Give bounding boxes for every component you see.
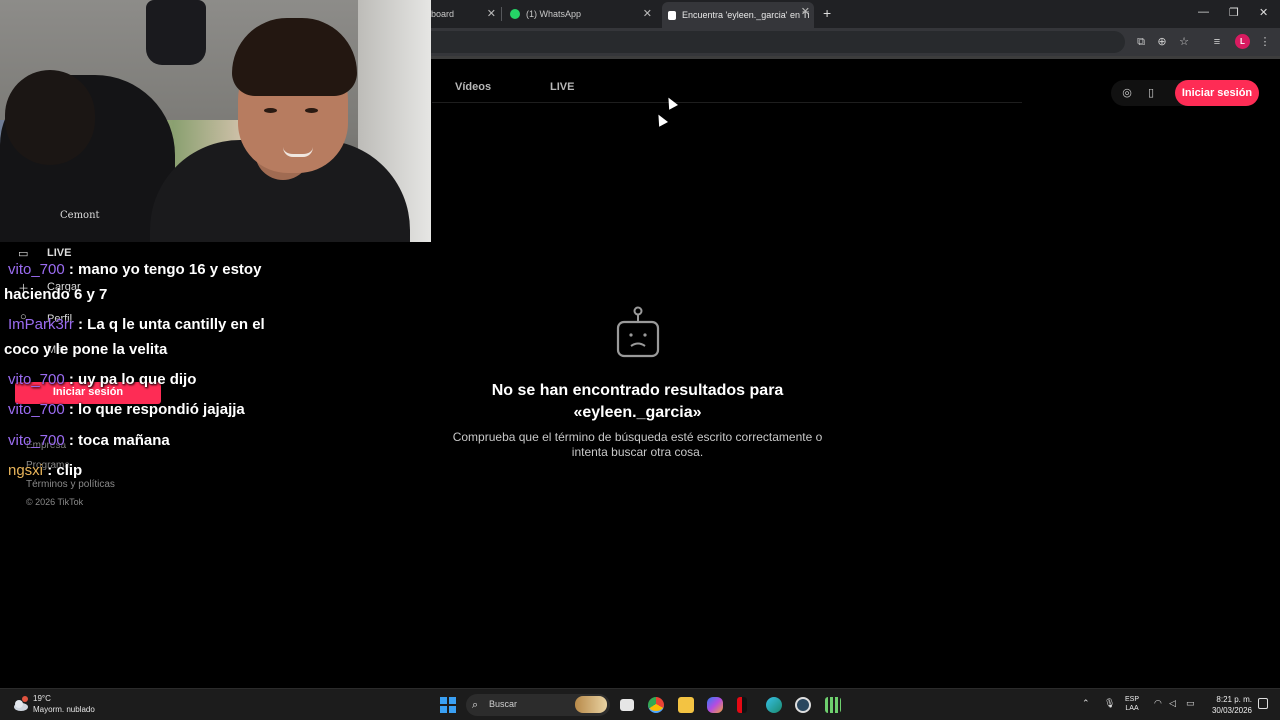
chat-username: vito_700 <box>8 432 65 449</box>
tab-live[interactable]: LIVE <box>550 81 574 93</box>
close-tab-icon[interactable]: ✕ <box>643 7 652 20</box>
chat-message: vito_700 : mano yo tengo 16 y estoy haci… <box>4 257 294 307</box>
header-actions: ◎ ▯ Iniciar sesión <box>1111 80 1259 106</box>
zoom-icon[interactable]: ⊕ <box>1155 35 1169 49</box>
chat-text: : toca mañana <box>64 432 170 449</box>
wifi-icon[interactable]: ◠ <box>1154 698 1162 709</box>
minimize-icon[interactable]: — <box>1198 6 1209 18</box>
chat-text: : uy pa lo que dijo <box>64 371 197 388</box>
copilot-icon[interactable] <box>707 697 723 713</box>
chat-username: vito_700 <box>8 371 65 388</box>
whatsapp-icon <box>510 9 520 19</box>
windows-start-icon[interactable] <box>440 697 456 713</box>
tab-separator <box>501 7 502 21</box>
close-tab-icon[interactable]: ✕ <box>487 7 496 20</box>
eye <box>305 108 318 113</box>
notifications-icon[interactable] <box>1258 698 1268 709</box>
shirt-print: Cemont <box>60 210 100 221</box>
menu-kebab-icon[interactable]: ⋮ <box>1258 35 1272 49</box>
search-icon: ⌕ <box>472 699 479 711</box>
chrome-icon[interactable] <box>648 697 664 713</box>
eye <box>264 108 277 113</box>
chat-username: vito_700 <box>8 261 65 278</box>
phone-icon[interactable]: ▯ <box>1144 86 1158 100</box>
search-placeholder: Buscar <box>489 699 518 709</box>
weather-description: Mayorm. nublado <box>33 705 95 714</box>
chevron-up-icon[interactable]: ⌃ <box>1082 698 1090 709</box>
close-tab-icon[interactable]: ✕ <box>801 5 810 18</box>
task-view-icon[interactable] <box>620 699 634 711</box>
volume-icon[interactable]: ◁ <box>1169 698 1176 709</box>
tab-label: Encuentra 'eyleen._garcia' en Ti <box>682 10 810 20</box>
tab-whatsapp[interactable]: (1) WhatsApp ✕ <box>510 4 652 24</box>
chat-message: ImPark3rr : La q le unta cantilly en el … <box>4 312 294 362</box>
weather-temperature: 19°C <box>33 694 51 703</box>
clock-date: 30/03/2026 <box>1211 706 1252 715</box>
install-app-icon[interactable]: ⧉ <box>1134 35 1148 49</box>
taskbar-search[interactable]: ⌕ Buscar <box>466 694 610 716</box>
chat-username: vito_700 <box>8 401 65 418</box>
bookmark-star-icon[interactable]: ☆ <box>1177 35 1191 49</box>
language-code: ESP <box>1125 696 1140 703</box>
file-explorer-icon[interactable] <box>678 697 694 713</box>
taskbar: 19°C Mayorm. nublado ⌕ Buscar ⌃ 🎙 ESP LA… <box>0 688 1280 720</box>
chat-text: : clip <box>43 462 83 479</box>
tab-videos[interactable]: Vídeos <box>455 81 491 93</box>
sad-robot-icon <box>616 306 659 358</box>
battery-icon[interactable]: ▭ <box>1186 698 1195 709</box>
clock-time: 8:21 p. m. <box>1216 695 1252 704</box>
new-tab-button[interactable]: + <box>823 5 831 21</box>
webcam-backpack <box>146 0 206 65</box>
mouse-cursor-icon <box>654 112 668 127</box>
tab-label: (1) WhatsApp <box>526 9 582 19</box>
media-controls-icon[interactable]: ≡ <box>1210 35 1224 49</box>
netflix-icon[interactable] <box>737 697 747 713</box>
chat-message: vito_700 : uy pa lo que dijo <box>4 367 294 392</box>
chat-username: ngsxi <box>8 462 44 479</box>
weather-cloudy-icon[interactable] <box>12 695 30 713</box>
steam-icon[interactable] <box>795 697 811 713</box>
empty-title: No se han encontrado resultados para «ey… <box>491 382 784 421</box>
person-left-head <box>5 70 95 165</box>
login-button[interactable]: Iniciar sesión <box>1175 80 1259 106</box>
empty-description: Comprueba que el término de búsqueda est… <box>452 430 823 459</box>
microphone-icon[interactable]: 🎙 <box>1104 698 1115 709</box>
edge-icon[interactable] <box>766 697 782 713</box>
clock[interactable]: 8:21 p. m. 30/03/2026 <box>1208 694 1252 716</box>
compass-icon[interactable]: ◎ <box>1120 86 1134 100</box>
language-indicator[interactable]: ESP LAA <box>1125 695 1139 713</box>
tab-tiktok-search[interactable]: Encuentra 'eyleen._garcia' en Ti ✕ <box>662 2 814 28</box>
chat-message: vito_700 : lo que respondió jajajja <box>4 397 294 422</box>
empty-state: No se han encontrado resultados para «ey… <box>440 306 835 460</box>
profile-avatar[interactable]: L <box>1235 34 1250 49</box>
chat-username: ImPark3rr <box>8 316 74 333</box>
restore-icon[interactable]: ❐ <box>1229 6 1239 19</box>
apps-grid-icon[interactable] <box>825 697 841 713</box>
footer-copyright: © 2026 TikTok <box>26 497 84 507</box>
chat-message: ngsxi : clip <box>4 458 294 483</box>
tab-label: board <box>431 9 455 19</box>
chat-message: vito_700 : toca mañana <box>4 428 294 453</box>
webcam-overlay: Cemont <box>0 0 431 242</box>
chat-text: : lo que respondió jajajja <box>64 401 245 418</box>
tab-board[interactable]: board ✕ <box>431 4 496 24</box>
tiktok-icon <box>668 10 676 20</box>
search-highlight-image <box>575 696 607 713</box>
keyboard-layout: LAA <box>1125 705 1139 712</box>
results-tabs: Vídeos LIVE <box>432 78 1022 103</box>
close-window-icon[interactable]: ✕ <box>1259 6 1268 19</box>
